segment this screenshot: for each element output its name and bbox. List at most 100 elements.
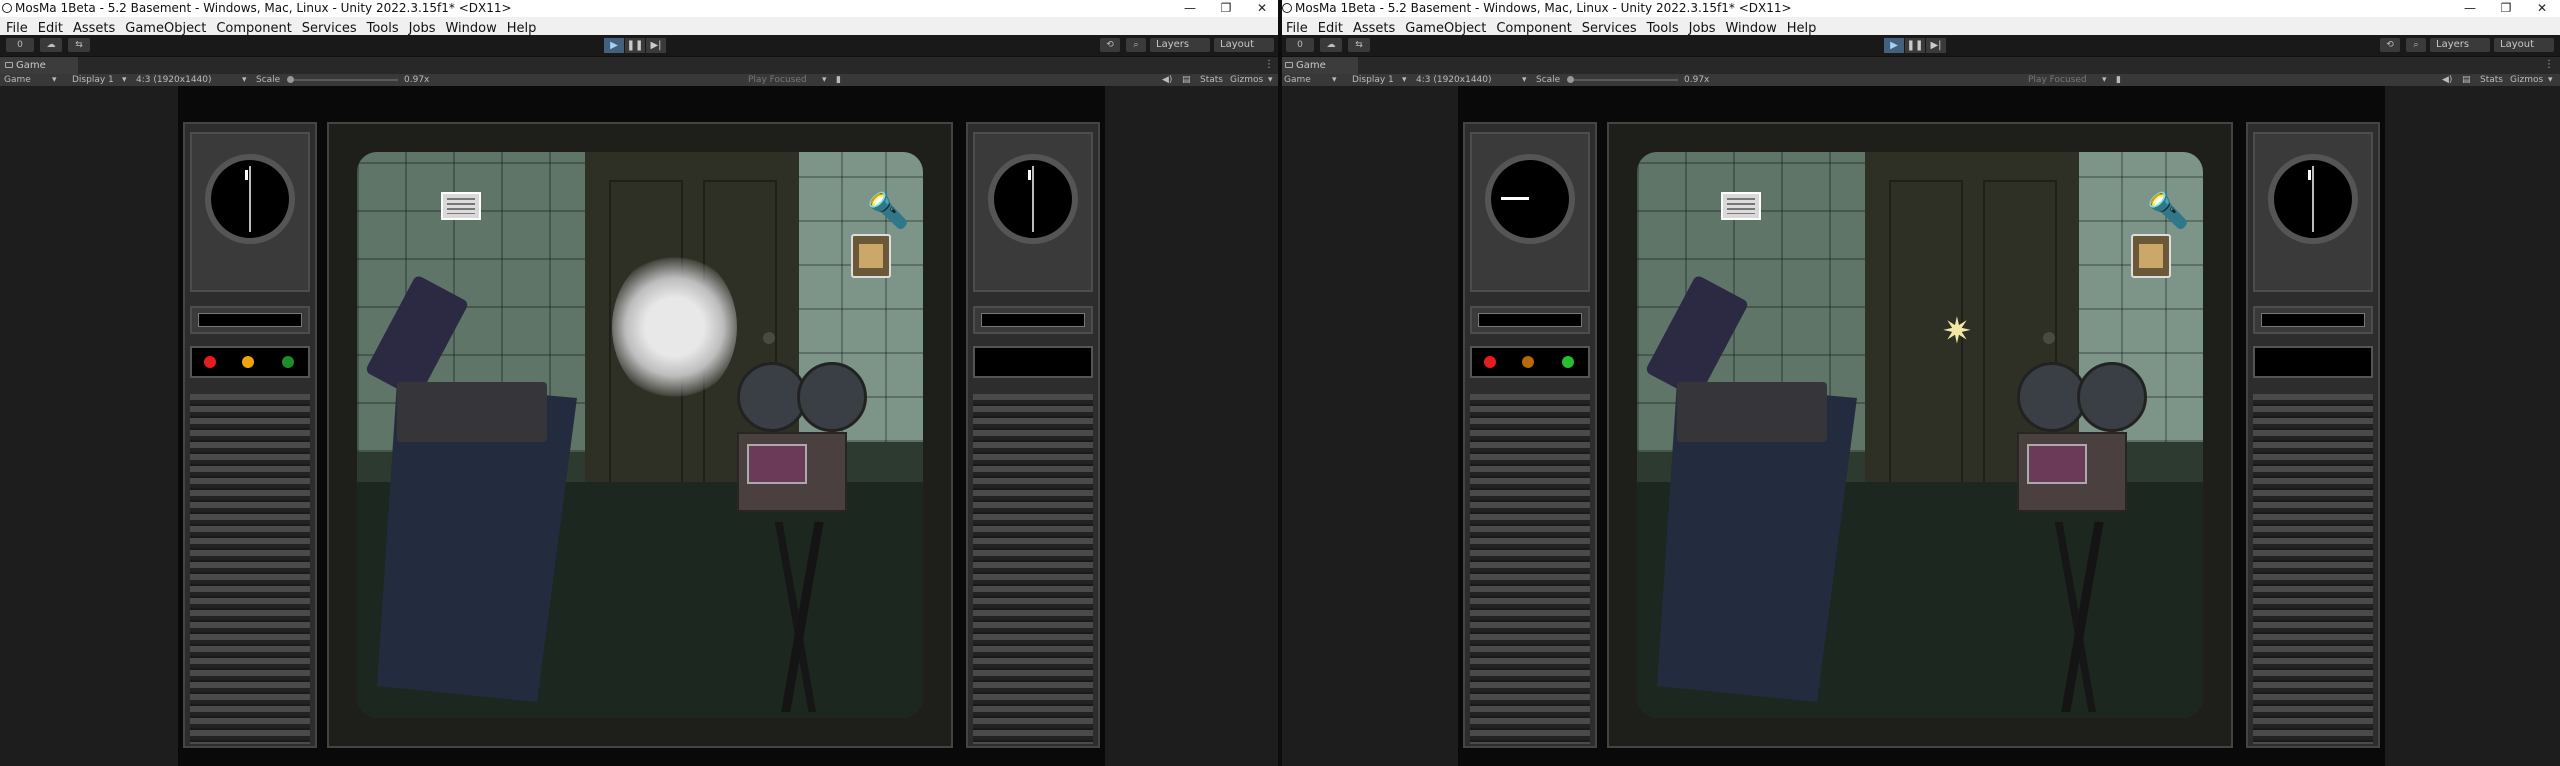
close-button[interactable]: ✕	[2524, 0, 2560, 17]
play-button[interactable]: ▶	[1884, 38, 1904, 53]
aspect-dropdown[interactable]: 4:3 (1920x1440)	[1416, 74, 1492, 86]
menu-bar: File Edit Assets GameObject Component Service…	[0, 17, 1280, 36]
stats-button[interactable]: Stats	[1200, 74, 1223, 86]
gauge-dial[interactable]	[2268, 154, 2358, 244]
film-projector[interactable]	[727, 362, 877, 532]
display-dropdown[interactable]: Display 1	[72, 74, 114, 86]
game-viewport[interactable]: ✷ 🔦	[1280, 86, 2560, 766]
stats-button[interactable]: Stats	[2480, 74, 2503, 86]
basement-scene[interactable]: 🔦	[357, 152, 923, 718]
layout-dropdown[interactable]: Layout	[1214, 38, 1274, 52]
tab-game[interactable]: Game	[0, 57, 78, 74]
turntable[interactable]	[1677, 382, 1827, 442]
basement-scene[interactable]: ✷ 🔦	[1637, 152, 2203, 718]
lock-icon[interactable]: ▮	[836, 74, 841, 86]
film-canister-icon[interactable]	[851, 234, 891, 278]
lock-icon[interactable]: ▮	[2116, 74, 2121, 86]
restore-button[interactable]: ❐	[1208, 0, 1244, 17]
play-button[interactable]: ▶	[604, 38, 624, 53]
search-icon[interactable]: ⌕	[2406, 38, 2426, 52]
code-slot-display	[198, 313, 302, 327]
code-slot-display	[1478, 313, 1582, 327]
gauge-dial[interactable]	[988, 154, 1078, 244]
history-icon[interactable]: ⟲	[1100, 38, 1120, 52]
collab-icon[interactable]: ⇆	[68, 38, 90, 52]
tape-box-icon[interactable]	[1721, 192, 1761, 220]
code-slot[interactable]	[1470, 306, 1590, 334]
game-viewport[interactable]: 🔦	[0, 86, 1280, 766]
game-tab-icon	[5, 62, 13, 68]
layers-dropdown[interactable]: Layers	[2430, 38, 2490, 52]
green-light	[1562, 356, 1574, 368]
display-dropdown[interactable]: Display 1	[1352, 74, 1394, 86]
restore-button[interactable]: ❐	[2488, 0, 2524, 17]
door-knob[interactable]	[2043, 332, 2055, 344]
scene-frame: 🔦	[327, 122, 953, 748]
stats-layout-icon[interactable]: ▤	[1182, 74, 1191, 86]
collab-icon[interactable]: ⇆	[1348, 38, 1370, 52]
account-button[interactable]: 0	[1286, 38, 1314, 52]
scale-slider-handle[interactable]	[287, 76, 294, 83]
dial-box	[190, 132, 310, 292]
search-icon[interactable]: ⌕	[1126, 38, 1146, 52]
game-mode-dropdown[interactable]: Game	[1284, 74, 1311, 86]
cloud-icon[interactable]: ☁	[1320, 38, 1342, 52]
aspect-dropdown[interactable]: 4:3 (1920x1440)	[136, 74, 212, 86]
step-button[interactable]: ▶|	[1926, 38, 1946, 53]
pause-button[interactable]: ❚❚	[1905, 38, 1925, 53]
film-projector[interactable]	[2007, 362, 2157, 532]
stats-layout-icon[interactable]: ▤	[2462, 74, 2471, 86]
gauge-dial[interactable]	[1485, 154, 1575, 244]
dial-mark	[1028, 170, 1031, 180]
turntable[interactable]	[397, 382, 547, 442]
film-canister-icon[interactable]	[2131, 234, 2171, 278]
scale-slider[interactable]	[288, 79, 398, 81]
gizmos-button[interactable]: Gizmos	[1230, 74, 1263, 86]
scale-slider[interactable]	[1568, 79, 1678, 81]
mute-icon[interactable]: ◀)	[2442, 74, 2452, 86]
indicator-lights	[1470, 346, 1590, 378]
minimize-button[interactable]: —	[1172, 0, 1208, 17]
play-focused-dropdown[interactable]: Play Focused	[2028, 74, 2087, 86]
gizmos-button[interactable]: Gizmos	[2510, 74, 2543, 86]
window-title: MosMa 1Beta - 5.2 Basement - Windows, Ma…	[15, 1, 512, 15]
door-knob[interactable]	[763, 332, 775, 344]
gauge-dial[interactable]	[205, 154, 295, 244]
title-bar: MosMa 1Beta - 5.2 Basement - Windows, Ma…	[0, 0, 1280, 17]
scale-slider-handle[interactable]	[1567, 76, 1574, 83]
step-button[interactable]: ▶|	[646, 38, 666, 53]
game-mode-dropdown[interactable]: Game	[4, 74, 31, 86]
dial-needle	[1501, 197, 1529, 200]
code-slot[interactable]	[2253, 306, 2373, 334]
code-slot[interactable]	[973, 306, 1093, 334]
history-icon[interactable]: ⟲	[2380, 38, 2400, 52]
tape-box-icon[interactable]	[441, 192, 481, 220]
flashlight-icon[interactable]: 🔦	[867, 190, 909, 232]
mute-icon[interactable]: ◀)	[1162, 74, 1172, 86]
minimize-button[interactable]: —	[2452, 0, 2488, 17]
code-slot-display	[2261, 313, 2365, 327]
tab-menu-icon[interactable]: ⋮	[2544, 59, 2554, 70]
layers-dropdown[interactable]: Layers	[1150, 38, 1210, 52]
tripod	[2027, 522, 2147, 712]
chevron-down-icon: ▾	[2102, 75, 2107, 85]
tab-bar: Game ⋮	[0, 57, 1280, 74]
tab-game[interactable]: Game	[1280, 57, 1358, 74]
code-slot[interactable]	[190, 306, 310, 334]
dial-box	[973, 132, 1093, 292]
code-slot-display	[981, 313, 1085, 327]
title-bar: MosMa 1Beta - 5.2 Basement - Windows, Ma…	[1280, 0, 2560, 17]
account-button[interactable]: 0	[6, 38, 34, 52]
play-focused-dropdown[interactable]: Play Focused	[748, 74, 807, 86]
red-light	[204, 356, 216, 368]
main-toolbar: 0 ☁ ⇆ ▶ ❚❚ ▶| ⟲ ⌕ Layers Layout	[0, 35, 1280, 57]
tab-menu-icon[interactable]: ⋮	[1264, 59, 1274, 70]
cloud-icon[interactable]: ☁	[40, 38, 62, 52]
scale-value: 0.97x	[1684, 75, 1710, 85]
projector-body	[2017, 432, 2127, 512]
pause-button[interactable]: ❚❚	[625, 38, 645, 53]
close-button[interactable]: ✕	[1244, 0, 1280, 17]
menu-bar: File Edit Assets GameObject Component Service…	[1280, 17, 2560, 36]
layout-dropdown[interactable]: Layout	[2494, 38, 2554, 52]
flashlight-icon[interactable]: 🔦	[2147, 190, 2189, 232]
